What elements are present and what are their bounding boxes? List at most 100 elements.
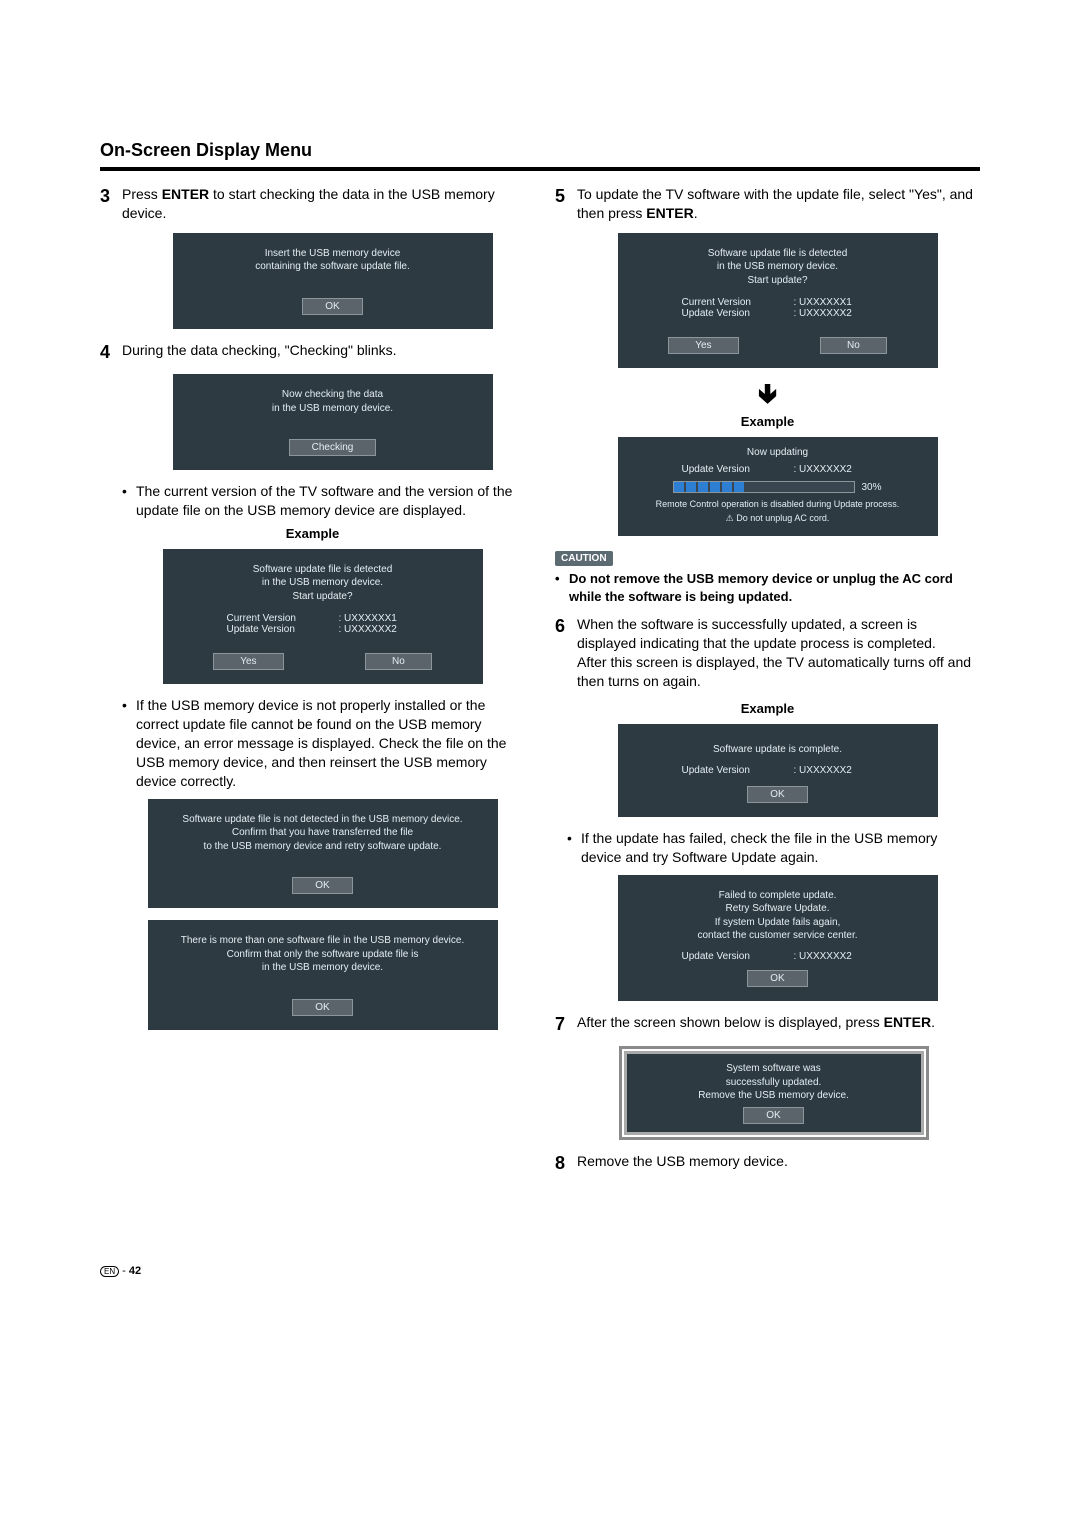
language-badge: EN bbox=[100, 1266, 119, 1277]
step-text: Press ENTER to start checking the data i… bbox=[122, 185, 525, 223]
update-version-label: Update Version bbox=[682, 765, 772, 776]
update-version-value: : UXXXXXX2 bbox=[794, 765, 874, 776]
no-button[interactable]: No bbox=[820, 337, 887, 354]
page-number: 42 bbox=[129, 1265, 141, 1277]
step-number: 6 bbox=[555, 615, 577, 638]
bullet-dot: • bbox=[122, 696, 136, 790]
step-number: 4 bbox=[100, 341, 122, 364]
caution-tag: CAUTION bbox=[555, 551, 613, 566]
panel-text: Retry Software Update. bbox=[628, 902, 928, 916]
panel-text: contact the customer service center. bbox=[628, 929, 928, 943]
example-label: Example bbox=[555, 701, 980, 716]
panel-text: in the USB memory device. bbox=[173, 576, 473, 590]
step-text: When the software is successfully update… bbox=[577, 615, 980, 691]
text: To update the TV software with the updat… bbox=[577, 186, 973, 221]
ok-button[interactable]: OK bbox=[747, 786, 807, 803]
ok-button[interactable]: OK bbox=[292, 999, 352, 1016]
current-version-value: : UXXXXXX1 bbox=[339, 613, 419, 624]
panel-text: Software update file is detected bbox=[173, 563, 473, 577]
yes-button[interactable]: Yes bbox=[213, 653, 283, 670]
current-version-value: : UXXXXXX1 bbox=[794, 297, 874, 308]
text: After the screen shown below is displaye… bbox=[577, 1014, 884, 1030]
enter-key: ENTER bbox=[884, 1014, 931, 1030]
warning-icon: ⚠ bbox=[726, 513, 734, 523]
updating-panel: Now updating Update Version : UXXXXXX2 3… bbox=[618, 437, 938, 536]
step-text: After the screen shown below is displaye… bbox=[577, 1013, 935, 1032]
step-number: 5 bbox=[555, 185, 577, 208]
panel-text: System software was bbox=[635, 1062, 913, 1076]
caution-text: Do not remove the USB memory device or u… bbox=[569, 570, 980, 605]
note-text: Do not unplug AC cord. bbox=[736, 513, 829, 523]
bullet-dot: • bbox=[567, 829, 581, 867]
note-warning: ⚠ Do not unplug AC cord. bbox=[628, 513, 928, 524]
update-version-label: Update Version bbox=[682, 308, 772, 319]
text: . bbox=[931, 1014, 935, 1030]
panel-text: in the USB memory device. bbox=[628, 260, 928, 274]
success-frame: System software was successfully updated… bbox=[619, 1046, 929, 1140]
enter-key: ENTER bbox=[646, 205, 693, 221]
page-footer: EN - 42 bbox=[100, 1265, 980, 1277]
step-number: 3 bbox=[100, 185, 122, 208]
panel-text: Software update is complete. bbox=[628, 744, 928, 755]
text: Press bbox=[122, 186, 162, 202]
example-label: Example bbox=[555, 414, 980, 429]
checking-panel: Now checking the data in the USB memory … bbox=[173, 374, 493, 470]
bullet-text: If the update has failed, check the file… bbox=[581, 829, 980, 867]
arrow-down-icon: 🢃 bbox=[555, 380, 980, 408]
ok-button[interactable]: OK bbox=[747, 970, 807, 987]
panel-text: Now updating bbox=[628, 447, 928, 458]
step-text: To update the TV software with the updat… bbox=[577, 185, 980, 223]
panel-text: Software update file is detected bbox=[628, 247, 928, 261]
panel-text: Confirm that only the software update fi… bbox=[158, 948, 488, 962]
update-version-value: : UXXXXXX2 bbox=[794, 464, 874, 475]
checking-button: Checking bbox=[289, 439, 377, 456]
panel-text: containing the software update file. bbox=[183, 260, 483, 274]
step-number: 8 bbox=[555, 1152, 577, 1175]
current-version-label: Current Version bbox=[227, 613, 317, 624]
success-panel: System software was successfully updated… bbox=[624, 1051, 924, 1135]
panel-text: If system Update fails again, bbox=[628, 916, 928, 930]
current-version-label: Current Version bbox=[682, 297, 772, 308]
update-version-label: Update Version bbox=[227, 624, 317, 635]
dash: - bbox=[119, 1265, 129, 1277]
bullet-dot: • bbox=[122, 482, 136, 520]
step-text: Remove the USB memory device. bbox=[577, 1152, 788, 1171]
text: When the software is successfully update… bbox=[577, 616, 936, 651]
bullet-text: The current version of the TV software a… bbox=[136, 482, 525, 520]
left-column: 3 Press ENTER to start checking the data… bbox=[100, 185, 525, 1185]
panel-text: Confirm that you have transferred the fi… bbox=[158, 826, 488, 840]
yes-button[interactable]: Yes bbox=[668, 337, 738, 354]
divider bbox=[100, 167, 980, 171]
section-title: On-Screen Display Menu bbox=[100, 140, 980, 161]
detect-panel: Software update file is detected in the … bbox=[163, 549, 483, 685]
detect-panel-right: Software update file is detected in the … bbox=[618, 233, 938, 369]
fail-panel: Failed to complete update. Retry Softwar… bbox=[618, 875, 938, 1001]
note-text: Remote Control operation is disabled dur… bbox=[628, 499, 928, 509]
text: After this screen is displayed, the TV a… bbox=[577, 654, 971, 689]
panel-text: Start update? bbox=[173, 590, 473, 604]
error-not-detected-panel: Software update file is not detected in … bbox=[148, 799, 498, 909]
panel-text: Insert the USB memory device bbox=[183, 247, 483, 261]
no-button[interactable]: No bbox=[365, 653, 432, 670]
panel-text: in the USB memory device. bbox=[183, 402, 483, 416]
panel-text: Failed to complete update. bbox=[628, 889, 928, 903]
complete-panel: Software update is complete. Update Vers… bbox=[618, 724, 938, 817]
bullet-dot: • bbox=[555, 570, 569, 605]
step-text: During the data checking, "Checking" bli… bbox=[122, 341, 397, 360]
ok-button[interactable]: OK bbox=[292, 877, 352, 894]
update-version-label: Update Version bbox=[682, 951, 772, 962]
panel-text: Software update file is not detected in … bbox=[158, 813, 488, 827]
panel-text: in the USB memory device. bbox=[158, 961, 488, 975]
step-number: 7 bbox=[555, 1013, 577, 1036]
update-version-value: : UXXXXXX2 bbox=[794, 951, 874, 962]
panel-text: There is more than one software file in … bbox=[158, 934, 488, 948]
panel-text: Start update? bbox=[628, 274, 928, 288]
ok-button[interactable]: OK bbox=[743, 1107, 803, 1124]
ok-button[interactable]: OK bbox=[302, 298, 362, 315]
insert-usb-panel: Insert the USB memory device containing … bbox=[173, 233, 493, 329]
progress-percent: 30% bbox=[861, 482, 881, 493]
panel-text: successfully updated. bbox=[635, 1076, 913, 1090]
bullet-text: If the USB memory device is not properly… bbox=[136, 696, 525, 790]
update-version-label: Update Version bbox=[682, 464, 772, 475]
enter-key: ENTER bbox=[162, 186, 209, 202]
